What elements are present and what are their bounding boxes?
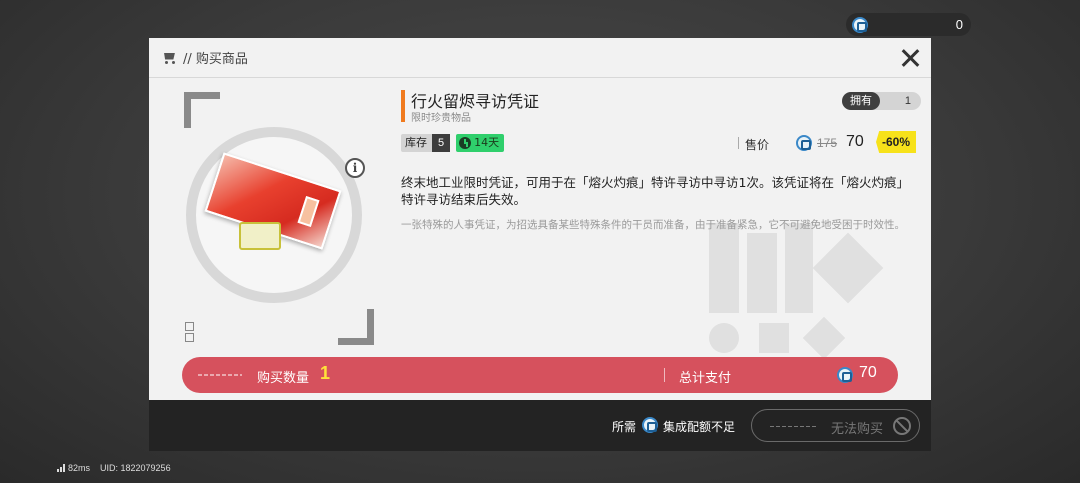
currency-display[interactable]: 0 — [846, 13, 971, 36]
quota-coin-icon — [852, 16, 868, 33]
frame-corner — [184, 92, 220, 128]
accent-bar — [401, 90, 405, 122]
cart-icon — [161, 51, 177, 65]
close-icon[interactable] — [899, 47, 921, 69]
current-price: 70 — [846, 133, 864, 150]
time-limit-badge: 14天 — [456, 134, 505, 152]
dialog-title: // 购买商品 — [183, 52, 248, 67]
purchase-dialog: // 购买商品 i 行火留烬寻访凭证 限时珍贵物品 拥有 1 库存 5 14天 … — [149, 38, 931, 400]
quantity-value[interactable]: 1 — [320, 363, 330, 384]
total-value: 70 — [859, 364, 877, 381]
clock-icon — [459, 137, 472, 149]
uid-text: UID: 1822079256 — [100, 463, 171, 473]
owned-badge: 拥有 1 — [842, 92, 921, 110]
stock-value: 5 — [432, 134, 451, 152]
item-description: 终末地工业限时凭证，可用于在「熔火灼痕」特许寻访中寻访1次。该凭证将在「熔火灼痕… — [401, 175, 909, 207]
quantity-bar[interactable]: 购买数量 1 总计支付 70 — [182, 357, 898, 393]
quota-coin-icon — [837, 367, 853, 383]
item-flavor-text: 一张特殊的人事凭证，为招选具备某些特殊条件的干员而准备，由于准备紧急，它不可避免… — [401, 219, 905, 231]
buy-button[interactable]: 无法购买 — [751, 409, 920, 442]
currency-value: 0 — [955, 17, 963, 32]
item-artwork: i — [179, 90, 374, 345]
decor-line — [198, 374, 242, 376]
quota-coin-icon — [796, 135, 812, 151]
stock-label: 库存 — [405, 136, 427, 149]
signal-icon — [57, 464, 65, 472]
requirement-text: 集成配额不足 — [663, 420, 736, 434]
requirement-prefix: 所需 — [612, 420, 637, 434]
buy-button-label: 无法购买 — [831, 422, 884, 437]
time-left: 14天 — [474, 136, 500, 149]
owned-label: 拥有 — [842, 92, 880, 110]
item-subtitle: 限时珍贵物品 — [411, 113, 471, 124]
voucher-mark — [297, 196, 320, 227]
dialog-footer: 所需 集成配额不足 无法购买 — [149, 400, 931, 451]
ban-icon — [893, 417, 911, 435]
quantity-label: 购买数量 — [257, 371, 310, 386]
voucher-chip — [239, 222, 281, 250]
stock-badge: 库存 5 — [401, 134, 451, 152]
divider — [738, 137, 739, 149]
stock-row: 库存 5 14天 — [401, 134, 505, 152]
decor-squares — [185, 322, 194, 344]
original-price: 175 — [817, 136, 838, 150]
ping-value: 82ms — [68, 463, 91, 473]
total-label: 总计支付 — [679, 371, 732, 386]
quota-coin-icon — [642, 417, 658, 433]
divider — [664, 368, 665, 382]
dialog-header: // 购买商品 — [149, 38, 931, 78]
decor-line — [770, 426, 816, 427]
info-icon[interactable]: i — [345, 158, 365, 178]
watermark-logo — [709, 223, 909, 360]
status-bar: 82ms UID: 1822079256 — [57, 463, 171, 473]
owned-value: 1 — [904, 95, 911, 107]
frame-corner — [338, 309, 374, 345]
price-label: 售价 — [745, 138, 770, 152]
discount-badge: -60% — [876, 131, 916, 153]
